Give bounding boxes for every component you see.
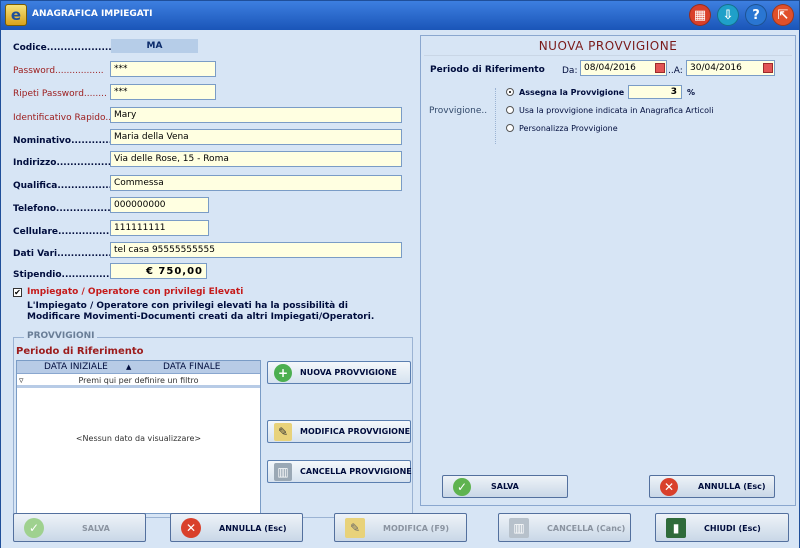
window-title: ANAGRAFICA IMPIEGATI [32, 9, 153, 19]
cancella-button[interactable]: ▥ CANCELLA (Canc) [498, 513, 631, 542]
usa-anagrafica-label[interactable]: Usa la provvigione indicata in Anagrafic… [519, 106, 713, 115]
privilegi-label[interactable]: Impiegato / Operatore con privilegi Elev… [27, 287, 243, 297]
sort-asc-icon: ▲ [126, 363, 132, 371]
provvigioni-periodo-label: Periodo di Riferimento [16, 346, 144, 357]
provvigione-label: Provvigione.. [429, 106, 488, 116]
usa-anagrafica-radio[interactable] [506, 106, 514, 114]
chiudi-button[interactable]: ▮ CHIUDI (Esc) [655, 513, 789, 542]
assegna-radio[interactable] [506, 88, 514, 96]
identificativo-label: Identificativo Rapido.. [13, 113, 112, 123]
calendar-icon[interactable] [763, 63, 773, 73]
indirizzo-field[interactable]: Via delle Rose, 15 - Roma [110, 151, 402, 167]
grid-empty-message: <Nessun dato da visualizzare> [75, 434, 202, 443]
exit-icon[interactable]: ⇱ [772, 4, 794, 26]
modifica-button[interactable]: ✎ MODIFICA (F9) [334, 513, 467, 542]
edit-icon: ✎ [345, 518, 365, 538]
personalizza-radio[interactable] [506, 124, 514, 132]
provvigioni-grid[interactable]: DATA INIZIALE ▲ DATA FINALE ▿ Premi qui … [16, 360, 261, 514]
app-logo-icon: e [5, 4, 27, 26]
modifica-label: MODIFICA (F9) [383, 524, 450, 533]
identificativo-field[interactable]: Mary [110, 107, 402, 123]
title-bar: e ANAGRAFICA IMPIEGATI ▦ ⇩ ? ⇱ [1, 1, 799, 30]
cancella-label: CANCELLA (Canc) [547, 524, 626, 533]
da-date-field[interactable]: 08/04/2016 [580, 60, 667, 76]
cancella-provvigione-button[interactable]: ▥ CANCELLA PROVVIGIONE [267, 460, 412, 483]
qualifica-field[interactable]: Commessa [110, 175, 402, 191]
stipendio-field[interactable]: € 750,00 [110, 263, 207, 279]
dati-vari-field[interactable]: tel casa 95555555555 [110, 242, 402, 258]
telefono-field[interactable]: 000000000 [110, 197, 209, 213]
plus-icon: + [274, 364, 292, 382]
check-icon: ✓ [24, 518, 44, 538]
help-icon[interactable]: ? [745, 4, 767, 26]
grid-header: DATA INIZIALE ▲ DATA FINALE [17, 361, 260, 374]
nuova-salva-label: SALVA [491, 482, 519, 491]
cancel-icon: ✕ [181, 518, 201, 538]
title-divider [424, 55, 792, 56]
annulla-label: ANNULLA (Esc) [219, 524, 287, 533]
nuova-provvigione-panel: NUOVA PROVVIGIONE Periodo di Riferimento… [420, 35, 796, 506]
nuova-annulla-button[interactable]: ✕ ANNULLA (Esc) [649, 475, 775, 498]
assegna-label[interactable]: Assegna la Provvigione [519, 88, 624, 97]
password-field[interactable]: *** [110, 61, 216, 77]
nuova-annulla-label: ANNULLA (Esc) [698, 482, 766, 491]
da-date-value: 08/04/2016 [584, 63, 636, 73]
option-bracket [495, 88, 496, 144]
check-icon: ✓ [453, 478, 471, 496]
salva-button[interactable]: ✓ SALVA [13, 513, 146, 542]
calculator-icon[interactable]: ▦ [689, 4, 711, 26]
col-data-iniziale[interactable]: DATA INIZIALE [44, 362, 108, 372]
nominativo-field[interactable]: Maria della Vena [110, 129, 402, 145]
codice-value: MA [111, 39, 198, 53]
edit-icon: ✎ [274, 423, 292, 441]
trash-icon: ▥ [274, 463, 292, 481]
modifica-provvigione-label: MODIFICA PROVVIGIONE [300, 427, 411, 436]
assegna-percent-field[interactable]: 3 [628, 85, 682, 99]
col-data-finale[interactable]: DATA FINALE [163, 362, 220, 372]
modifica-provvigione-button[interactable]: ✎ MODIFICA PROVVIGIONE [267, 420, 411, 443]
filter-hint: Premi qui per definire un filtro [78, 376, 199, 385]
content-area: Codice....................... MA Passwor… [1, 30, 799, 548]
privilegi-info: L'Impiegato / Operatore con privilegi el… [27, 301, 375, 322]
da-label: Da: [562, 66, 578, 76]
a-label: ..A: [668, 66, 683, 76]
ripeti-password-label: Ripeti Password........ [13, 89, 107, 99]
main-window: e ANAGRAFICA IMPIEGATI ▦ ⇩ ? ⇱ Codice...… [0, 0, 800, 548]
nuova-provvigione-title: NUOVA PROVVIGIONE [538, 39, 678, 53]
nuova-periodo-label: Periodo di Riferimento [430, 65, 545, 75]
a-date-field[interactable]: 30/04/2016 [686, 60, 775, 76]
a-date-value: 30/04/2016 [690, 63, 742, 73]
door-exit-icon: ▮ [666, 518, 686, 538]
provvigioni-group-title: PROVVIGIONI [24, 331, 98, 341]
cancel-icon: ✕ [660, 478, 678, 496]
password-label: Password................. [13, 66, 104, 76]
nuova-salva-button[interactable]: ✓ SALVA [442, 475, 568, 498]
annulla-button[interactable]: ✕ ANNULLA (Esc) [170, 513, 303, 542]
cancella-provvigione-label: CANCELLA PROVVIGIONE [300, 467, 412, 476]
grid-filter-row[interactable]: ▿ Premi qui per definire un filtro [17, 375, 260, 388]
chiudi-label: CHIUDI (Esc) [704, 524, 761, 533]
salva-label: SALVA [82, 524, 110, 533]
trash-icon: ▥ [509, 518, 529, 538]
nuova-provvigione-label: NUOVA PROVVIGIONE [300, 368, 397, 377]
percent-label: % [687, 88, 696, 97]
filter-icon: ▿ [19, 376, 24, 386]
privilegi-checkbox[interactable]: ✔ [13, 288, 22, 297]
personalizza-label[interactable]: Personalizza Provvigione [519, 124, 618, 133]
calendar-icon[interactable] [655, 63, 665, 73]
provvigioni-group: PROVVIGIONI Periodo di Riferimento DATA … [13, 331, 413, 518]
nuova-provvigione-button[interactable]: + NUOVA PROVVIGIONE [267, 361, 411, 384]
ripeti-password-field[interactable]: *** [110, 84, 216, 100]
download-icon[interactable]: ⇩ [717, 4, 739, 26]
codice-label: Codice....................... [13, 43, 126, 53]
cellulare-field[interactable]: 111111111 [110, 220, 209, 236]
